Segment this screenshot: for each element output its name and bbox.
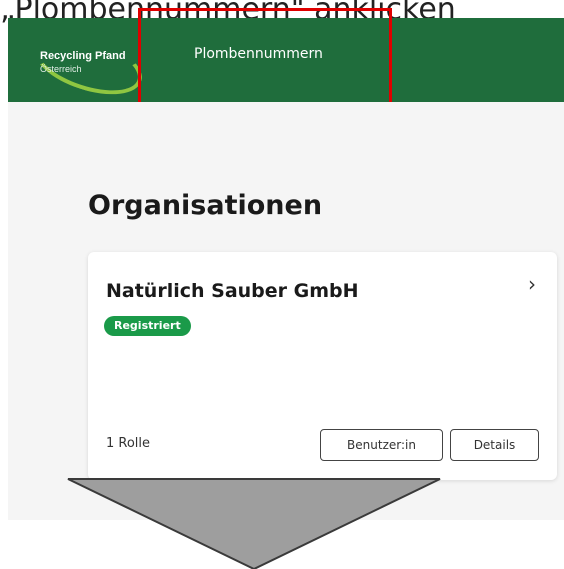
down-arrow-shape bbox=[67, 478, 441, 569]
down-arrow-icon bbox=[67, 478, 441, 569]
